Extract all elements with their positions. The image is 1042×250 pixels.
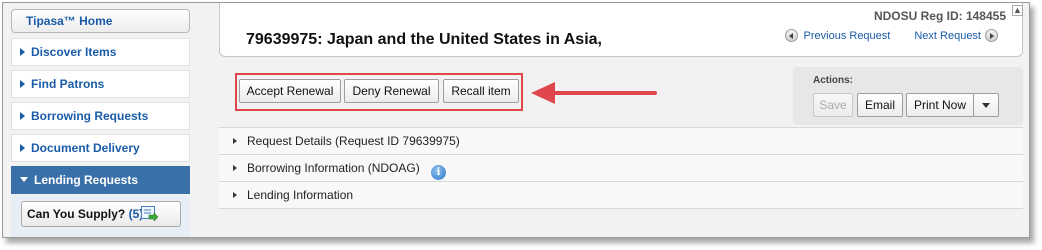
deny-renewal-button[interactable]: Deny Renewal: [344, 79, 439, 103]
home-button[interactable]: Tipasa™ Home: [11, 9, 190, 33]
recall-item-button[interactable]: Recall item: [443, 79, 519, 103]
section-label: Request Details (Request ID 79639975): [247, 134, 460, 148]
next-request-link[interactable]: Next Request: [914, 30, 981, 42]
sidebar-item-document-delivery[interactable]: Document Delivery: [11, 134, 190, 162]
request-sections: Request Details (Request ID 79639975) Bo…: [219, 127, 1023, 209]
section-borrowing-information[interactable]: Borrowing Information (NDOAG) i: [219, 155, 1023, 182]
print-now-button[interactable]: Print Now: [906, 93, 974, 117]
previous-request-link[interactable]: Previous Request: [804, 30, 891, 42]
info-icon[interactable]: i: [431, 165, 447, 180]
actions-label: Actions:: [813, 75, 853, 86]
triangle-right-icon: [20, 112, 25, 120]
request-header: NDOSU Reg ID: 148455 79639975: Japan and…: [219, 3, 1023, 57]
section-lending-information[interactable]: Lending Information: [219, 182, 1023, 209]
sidebar-item-find-patrons[interactable]: Find Patrons: [11, 70, 190, 98]
triangle-right-icon: [233, 192, 237, 198]
circle-arrow-right-icon[interactable]: [985, 29, 998, 42]
can-you-supply-label: Can You Supply?: [27, 207, 126, 221]
sidebar-item-label: Lending Requests: [34, 173, 139, 187]
section-label: Lending Information: [247, 188, 354, 202]
section-request-details[interactable]: Request Details (Request ID 79639975): [219, 128, 1023, 155]
section-label: Borrowing Information (NDOAG): [247, 161, 420, 175]
sidebar-item-label: Find Patrons: [31, 77, 105, 91]
accept-renewal-button[interactable]: Accept Renewal: [239, 79, 341, 103]
sidebar: Tipasa™ Home Discover Items Find Patrons…: [3, 3, 199, 237]
triangle-right-icon: [20, 80, 25, 88]
actions-panel: Actions: Save Email Print Now: [793, 67, 1023, 125]
green-arrow-list-icon: [141, 206, 158, 221]
request-pager: Previous Request Next Request: [784, 29, 998, 42]
print-options-dropdown[interactable]: [973, 93, 999, 117]
sidebar-item-borrowing-requests[interactable]: Borrowing Requests: [11, 102, 190, 130]
sidebar-item-lending-requests[interactable]: Lending Requests: [11, 166, 190, 194]
app-window: Tipasa™ Home Discover Items Find Patrons…: [2, 2, 1030, 238]
triangle-right-icon: [20, 48, 25, 56]
triangle-right-icon: [233, 165, 237, 171]
sidebar-item-label: Borrowing Requests: [31, 109, 149, 123]
triangle-right-icon: [20, 144, 25, 152]
sidebar-item-label: Document Delivery: [31, 141, 140, 155]
page-title: 79639975: Japan and the United States in…: [246, 31, 602, 48]
sidebar-item-discover-items[interactable]: Discover Items: [11, 38, 190, 66]
circle-arrow-left-icon[interactable]: [784, 29, 798, 42]
sidebar-item-label: Discover Items: [31, 45, 117, 59]
triangle-right-icon: [233, 138, 237, 144]
can-you-supply-button[interactable]: Can You Supply? (5): [21, 201, 181, 227]
scroll-up-button[interactable]: ▲: [1012, 5, 1023, 16]
save-button[interactable]: Save: [813, 93, 853, 117]
lending-subpanel: Can You Supply? (5): [11, 195, 190, 237]
chevron-down-icon: [982, 103, 990, 109]
email-button[interactable]: Email: [857, 93, 903, 117]
reg-id: NDOSU Reg ID: 148455: [873, 9, 1006, 23]
triangle-down-icon: [20, 177, 28, 182]
red-arrow-annotation: [531, 82, 657, 104]
